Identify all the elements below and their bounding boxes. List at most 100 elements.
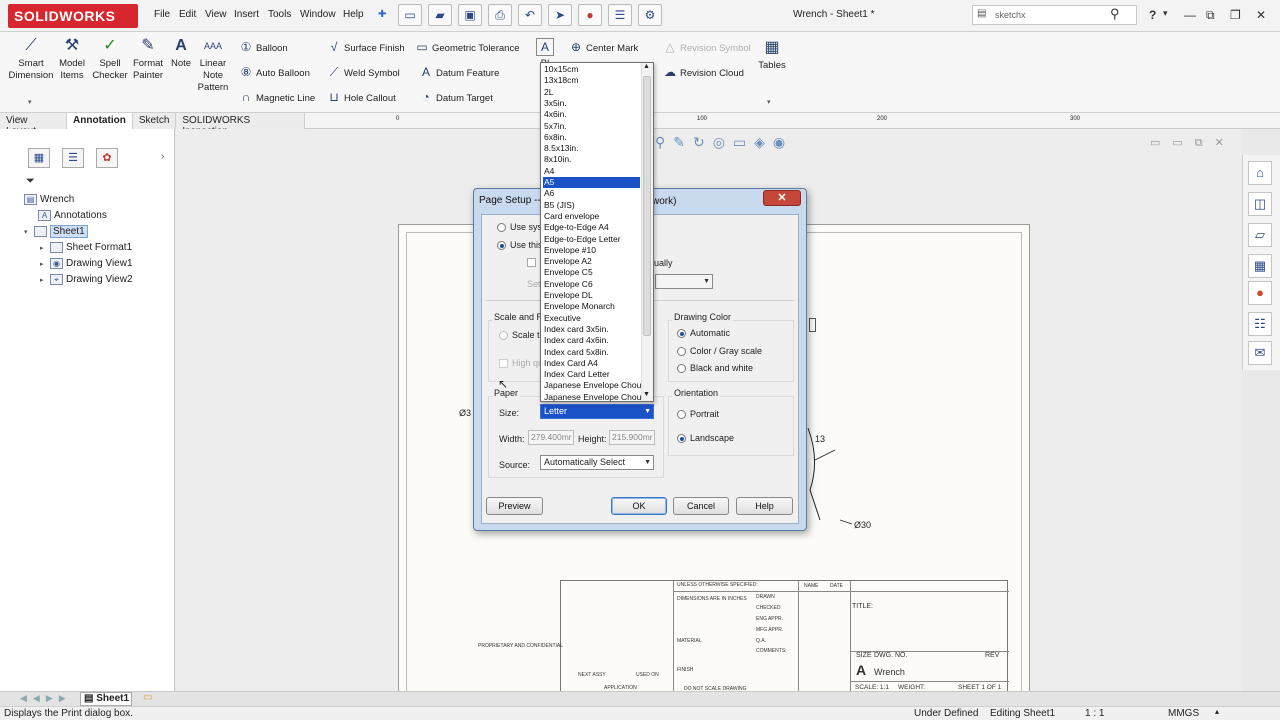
scroll-down-icon[interactable]: ▼ — [643, 391, 650, 398]
smart-dimension-dropdown-icon[interactable]: ▾ — [28, 98, 32, 106]
linear-note-pattern-button[interactable]: AAA Linear Note Pattern — [196, 36, 230, 94]
filter-icon[interactable]: ⏷ — [26, 175, 35, 188]
dropdown-option[interactable]: Index card 5x8in. — [543, 347, 640, 358]
dropdown-option[interactable]: Envelope Monarch — [543, 301, 640, 312]
custom-properties-icon[interactable]: ☷ — [1248, 312, 1272, 336]
dropdown-option[interactable]: 8x10in. — [543, 154, 640, 165]
dropdown-option[interactable]: 13x18cm — [543, 75, 640, 86]
individual-settings-checkbox[interactable] — [527, 257, 540, 268]
dimxpert-tab-icon[interactable]: ✿ — [96, 148, 118, 168]
note-button[interactable]: A Note — [168, 36, 194, 70]
home-icon[interactable]: ⌂ — [1248, 161, 1272, 185]
tree-item-annotations[interactable]: A Annotations — [38, 208, 107, 223]
sheet-select[interactable]: ▼ — [655, 274, 713, 289]
tab-solidworks-inspection[interactable]: SOLIDWORKS Inspection — [176, 113, 305, 137]
print-icon[interactable]: ⎙ — [488, 4, 512, 26]
dropdown-option[interactable]: Japanese Envelope Chou — [543, 380, 641, 391]
smart-dimension-button[interactable]: ⟋ Smart Dimension — [6, 36, 56, 82]
search-scope-icon[interactable]: ▤ — [977, 8, 986, 19]
close-icon[interactable]: ✕ — [1256, 8, 1266, 22]
tables-dropdown-icon[interactable]: ▾ — [767, 98, 771, 106]
dropdown-option[interactable]: A5 — [543, 177, 640, 189]
dropdown-option[interactable]: Edge-to-Edge A4 — [543, 222, 640, 233]
options-gear-icon[interactable]: ⚙ — [638, 4, 662, 26]
revision-cloud-button[interactable]: ☁ Revision Cloud — [662, 63, 744, 81]
help-dropdown-icon[interactable]: ▾ — [1163, 8, 1168, 19]
paper-size-select[interactable]: Letter ▼ — [540, 404, 654, 419]
forum-icon[interactable]: ✉ — [1248, 341, 1272, 365]
paper-size-dropdown-list[interactable]: 10x15cm 13x18cm 2L 3x5in. 4x6in. 5x7in. 6x8in.… — [540, 62, 654, 402]
format-painter-button[interactable]: ✎ Format Painter — [130, 36, 166, 82]
dimension-diameter-3[interactable]: Ø3 — [459, 408, 471, 418]
viewport-window-controls[interactable]: ▭▭⧉✕ — [1150, 136, 1236, 150]
add-sheet-icon[interactable]: ▭ — [143, 692, 152, 703]
dropdown-option[interactable]: Envelope C5 — [543, 267, 640, 278]
dropdown-option[interactable]: Index card 4x6in. — [543, 335, 640, 346]
high-quality-checkbox[interactable]: High qu — [499, 358, 543, 369]
tab-view-layout[interactable]: View Layout — [0, 113, 68, 137]
datum-feature-button[interactable]: A Datum Feature — [418, 63, 499, 81]
datum-target-button[interactable]: ◔ Datum Target — [418, 88, 492, 106]
dropdown-option[interactable]: 4x6in. — [543, 109, 640, 120]
spell-checker-button[interactable]: ✓ Spell Checker — [90, 36, 130, 82]
search-icon[interactable]: ⚲ — [1110, 6, 1120, 22]
scale-to-fit-radio[interactable]: Scale to — [499, 330, 545, 341]
status-units[interactable]: MMGS — [1168, 708, 1199, 719]
status-scale[interactable]: 1 : 1 — [1085, 708, 1104, 719]
dropdown-option[interactable]: Index Card Letter — [543, 369, 640, 380]
tree-item-sheet-format1[interactable]: ▸ Sheet Format1 — [40, 240, 132, 255]
tree-item-sheet1[interactable]: ▾ Sheet1 — [24, 224, 88, 239]
dropdown-option[interactable]: A6 — [543, 188, 640, 199]
dropdown-option[interactable]: B5 (JIS) — [543, 200, 640, 211]
select-pointer-icon[interactable]: ➤ — [548, 4, 572, 26]
menu-tools[interactable]: Tools — [268, 9, 291, 20]
dropdown-option[interactable]: Japanese Envelope Chou — [543, 392, 641, 401]
minimize-icon[interactable]: — — [1184, 8, 1196, 22]
file-explorer-icon[interactable]: ▱ — [1248, 223, 1272, 247]
model-items-button[interactable]: ⚒ Model Items — [56, 36, 88, 82]
use-system-settings-radio[interactable]: Use syst — [497, 222, 545, 233]
magnetic-line-button[interactable]: ∩ Magnetic Line — [238, 88, 315, 106]
file-properties-icon[interactable]: ☰ — [608, 4, 632, 26]
menu-edit[interactable]: Edit — [179, 9, 196, 20]
dropdown-scroll-thumb[interactable] — [643, 76, 651, 336]
surface-finish-button[interactable]: √ Surface Finish — [326, 38, 405, 56]
dialog-close-button[interactable]: ✕ — [763, 190, 801, 206]
undo-icon[interactable]: ↶ — [518, 4, 542, 26]
dropdown-option[interactable]: 5x7in. — [543, 121, 640, 132]
collapse-arrow-icon[interactable]: ▾ — [24, 225, 34, 240]
tree-item-wrench[interactable]: ▤ Wrench — [24, 192, 74, 207]
dropdown-option[interactable]: 8.5x13in. — [543, 143, 640, 154]
rebuild-icon[interactable]: ● — [578, 4, 602, 26]
dropdown-option[interactable]: 2L — [543, 87, 640, 98]
paper-width-field[interactable]: 279.400mr — [528, 430, 574, 445]
dropdown-option[interactable]: Envelope DL — [543, 290, 640, 301]
dropdown-option[interactable]: 3x5in. — [543, 98, 640, 109]
feature-manager-tab-icon[interactable]: ▦ — [28, 148, 50, 168]
center-mark-button[interactable]: ⊕ Center Mark — [568, 38, 638, 56]
color-grayscale-radio[interactable]: Color / Gray scale — [677, 346, 762, 357]
menu-view[interactable]: View — [205, 9, 227, 20]
panel-chevron-right-icon[interactable]: › — [161, 151, 164, 162]
dropdown-option[interactable]: Index card 3x5in. — [543, 324, 640, 335]
dropdown-option[interactable]: A4 — [543, 166, 640, 177]
menu-help[interactable]: Help — [343, 9, 364, 20]
portrait-radio[interactable]: Portrait — [677, 409, 719, 420]
expand-arrow-icon[interactable]: ▸ — [40, 241, 50, 256]
dropdown-option[interactable]: 10x15cm — [543, 64, 640, 75]
design-library-icon[interactable]: ◫ — [1248, 192, 1272, 216]
appearances-icon[interactable]: ● — [1248, 281, 1272, 305]
dropdown-option[interactable]: Executive — [543, 313, 640, 324]
use-these-settings-radio[interactable]: Use this — [497, 240, 543, 251]
revision-symbol-button[interactable]: △ Revision Symbol — [662, 38, 750, 56]
ok-button[interactable]: OK — [611, 497, 667, 515]
save-icon[interactable]: ▣ — [458, 4, 482, 26]
paper-source-select[interactable]: Automatically Select ▼ — [540, 455, 654, 470]
tile-icon[interactable]: ❐ — [1230, 8, 1241, 22]
color-black-white-radio[interactable]: Black and white — [677, 363, 753, 374]
color-automatic-radio[interactable]: Automatic — [677, 328, 730, 339]
expand-arrow-icon[interactable]: ▸ — [40, 273, 50, 288]
landscape-radio[interactable]: Landscape — [677, 433, 734, 444]
pin-icon[interactable]: ✚ — [378, 9, 386, 20]
dropdown-option[interactable]: Envelope C6 — [543, 279, 640, 290]
